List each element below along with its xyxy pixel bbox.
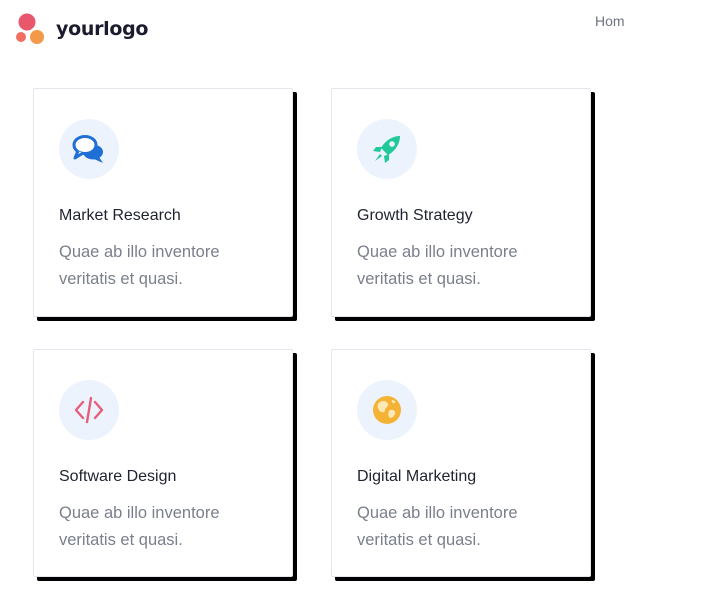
- card-description: Quae ab illo inventore veritatis et quas…: [357, 504, 518, 549]
- icon-badge: [59, 119, 119, 179]
- chat-bubbles-icon: [72, 135, 103, 163]
- card-description: Quae ab illo inventore veritatis et quas…: [59, 504, 220, 549]
- globe-icon: [373, 396, 401, 424]
- logo-mark-icon: [16, 13, 44, 44]
- page: yourlogo Home Market Research Quae ab il…: [0, 0, 724, 615]
- nav-home-link[interactable]: Home: [595, 13, 624, 29]
- code-icon: [74, 396, 104, 424]
- card-title: Growth Strategy: [357, 207, 473, 224]
- icon-badge: [59, 380, 119, 440]
- icon-badge: [357, 380, 417, 440]
- card-description: Quae ab illo inventore veritatis et quas…: [59, 243, 220, 288]
- icon-badge: [357, 119, 417, 179]
- service-card-growth-strategy[interactable]: Growth Strategy Quae ab illo inventore v…: [331, 88, 591, 317]
- service-card-market-research[interactable]: Market Research Quae ab illo inventore v…: [33, 88, 293, 317]
- card-description: Quae ab illo inventore veritatis et quas…: [357, 243, 518, 288]
- card-title: Market Research: [59, 207, 181, 224]
- rocket-icon: [373, 136, 400, 163]
- service-card-software-design[interactable]: Software Design Quae ab illo inventore v…: [33, 349, 293, 577]
- service-card-digital-marketing[interactable]: Digital Marketing Quae ab illo inventore…: [331, 349, 591, 577]
- card-title: Software Design: [59, 468, 177, 485]
- card-title: Digital Marketing: [357, 468, 477, 485]
- logo-text: yourlogo: [56, 18, 149, 40]
- logo[interactable]: yourlogo: [16, 13, 148, 45]
